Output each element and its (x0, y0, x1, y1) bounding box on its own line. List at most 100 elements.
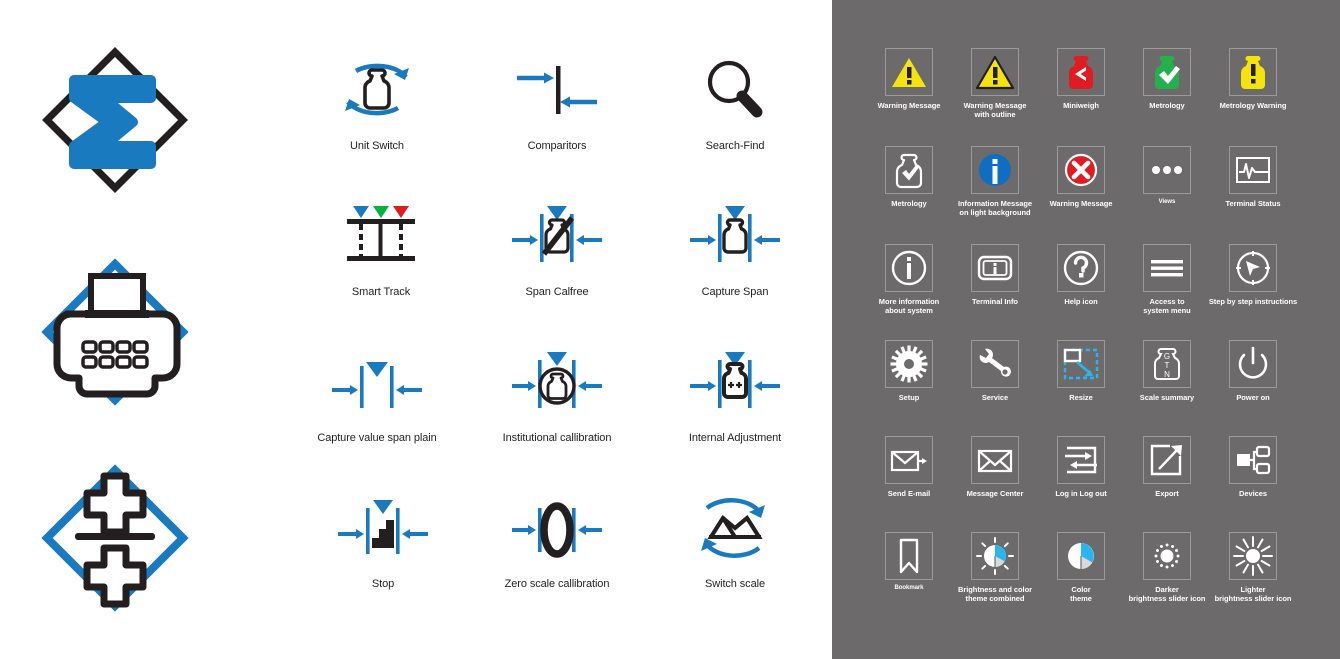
dk-cell-help-icon[interactable]: Help icon (1031, 244, 1131, 306)
icon-cell-smart-track[interactable]: Smart Track (292, 190, 470, 299)
icon-cell-capture-value-span-plain[interactable]: Capture value span plain (288, 336, 466, 445)
icon-label: Information Message on light background (957, 199, 1033, 218)
zero-scale-callibration-icon (468, 482, 646, 574)
scale-letter-g: G (1164, 352, 1170, 361)
icon-cell-switch-scale[interactable]: Switch scale (646, 482, 824, 591)
dk-cell-message-center[interactable]: Message Center (945, 436, 1045, 498)
bookmark-ribbon-icon (885, 532, 933, 580)
power-symbol-icon (1229, 340, 1277, 388)
resize-arrow-icon (1057, 340, 1105, 388)
icon-cell-institutional-callibration[interactable]: Institutional callibration (468, 336, 646, 445)
dk-cell-lighter-brightness-slider-icon[interactable]: Lighter brightness slider icon (1203, 532, 1303, 604)
icon-label: Capture value span plain (317, 432, 437, 444)
switch-scale-icon (646, 482, 824, 574)
hero-sigma-diamond[interactable] (0, 40, 300, 200)
span-calfree-icon (468, 190, 646, 282)
dk-cell-terminal-status[interactable]: Terminal Status (1203, 146, 1303, 208)
export-icon (1143, 436, 1191, 484)
outline-weight-check-icon (885, 146, 933, 194)
icon-cell-search-find[interactable]: Search-Find (646, 44, 824, 153)
two-arrows-into-bar-icon (468, 44, 646, 136)
icon-label: Zero scale callibration (504, 578, 610, 590)
dk-cell-bookmark[interactable]: Bookmark (859, 532, 959, 593)
two-opposite-arrows-in-box-icon (1057, 436, 1105, 484)
dk-cell-information-message-on-light-background[interactable]: Information Message on light background (945, 146, 1045, 218)
icon-label: Export (1155, 489, 1179, 498)
hero-printer-diamond[interactable] (0, 245, 300, 420)
compass-cursor-circle-icon (1229, 244, 1277, 292)
dk-cell-warning-message-with-outline[interactable]: Warning Message with outline (945, 48, 1045, 120)
green-weight-check-icon (1143, 48, 1191, 96)
icon-label: Lighter brightness slider icon (1214, 585, 1292, 604)
icon-cell-zero-scale-callibration[interactable]: Zero scale callibration (468, 482, 646, 591)
light-icon-panel: Unit Switch Comparitors Search-Find Smar… (0, 0, 832, 659)
icon-label: Warning Message with outline (963, 101, 1027, 120)
icon-label: Send E-mail (887, 489, 931, 498)
icon-cell-comparitors[interactable]: Comparitors (468, 44, 646, 153)
dk-cell-service[interactable]: Service (945, 340, 1045, 402)
icon-label: Resize (1069, 393, 1093, 402)
icon-label: Internal Adjustment (688, 432, 782, 444)
icon-label: Metrology (891, 199, 927, 208)
dk-cell-resize[interactable]: Resize (1031, 340, 1131, 402)
icon-label: Warning Message (877, 101, 941, 110)
hero-plus-divided-plus-diamond[interactable] (0, 450, 300, 625)
waveform-in-frame-icon (1229, 146, 1277, 194)
icon-label: Service (981, 393, 1009, 402)
icon-label: Message Center (966, 489, 1024, 498)
icon-label: Stop (371, 578, 395, 590)
dk-cell-send-email[interactable]: Send E-mail (859, 436, 959, 498)
icon-cell-internal-adjustment[interactable]: Internal Adjustment (646, 336, 824, 445)
dark-icon-panel: Warning Message Warning Message with out… (832, 0, 1340, 659)
icon-label: Span Calfree (525, 286, 589, 298)
weight-with-circular-arrows-icon (288, 44, 466, 136)
search-icon (646, 44, 824, 136)
icon-label: Darker brightness slider icon (1128, 585, 1206, 604)
dk-cell-views[interactable]: Views (1117, 146, 1217, 207)
scale-letter-t: T (1165, 361, 1170, 370)
icon-label: Log in Log out (1055, 489, 1107, 498)
pie-circle-icon (1057, 532, 1105, 580)
icon-label: Setup (898, 393, 920, 402)
dk-cell-warning-message[interactable]: Warning Message (859, 48, 959, 110)
dk-cell-terminal-info[interactable]: Terminal Info (945, 244, 1045, 306)
dk-cell-more-information-about-system[interactable]: More information about system (859, 244, 959, 316)
dk-cell-power-on[interactable]: Power on (1203, 340, 1303, 402)
icon-label: Capture Span (701, 286, 769, 298)
dk-cell-access-to-system-menu[interactable]: Access to system menu (1117, 244, 1217, 316)
dk-cell-setup[interactable]: Setup (859, 340, 959, 402)
icon-label: Views (1158, 199, 1176, 205)
icon-label: Warning Message (1049, 199, 1113, 208)
dk-cell-miniweigh[interactable]: Miniweigh (1031, 48, 1131, 110)
icon-cell-stop[interactable]: Stop (294, 482, 472, 591)
dk-cell-warning-message-cross[interactable]: Warning Message (1031, 146, 1131, 208)
dk-cell-darker-brightness-slider-icon[interactable]: Darker brightness slider icon (1117, 532, 1217, 604)
icon-label: Search-Find (705, 140, 765, 152)
wrench-icon (971, 340, 1019, 388)
question-circle-icon (1057, 244, 1105, 292)
icon-cell-span-calfree[interactable]: Span Calfree (468, 190, 646, 299)
info-in-rounded-rect-icon (971, 244, 1019, 292)
icon-label: More information about system (878, 297, 940, 316)
icon-sheet: Unit Switch Comparitors Search-Find Smar… (0, 0, 1340, 659)
dk-cell-scale-summary[interactable]: G T N Scale summary (1117, 340, 1217, 402)
dk-cell-step-by-step-instructions[interactable]: Step by step instructions (1203, 244, 1303, 306)
hamburger-menu-icon (1143, 244, 1191, 292)
dk-cell-brightness-and-color-theme-combined[interactable]: Brightness and color theme combined (945, 532, 1045, 604)
dk-cell-metrology[interactable]: Metrology (1117, 48, 1217, 110)
info-circle-outline-icon (885, 244, 933, 292)
icon-label: Help icon (1064, 297, 1098, 306)
dk-cell-metrology-warning[interactable]: Metrology Warning (1203, 48, 1303, 110)
three-dots-icon (1143, 146, 1191, 194)
dk-cell-metrology-outline[interactable]: Metrology (859, 146, 959, 208)
sun-with-pie-icon (971, 532, 1019, 580)
yellow-warning-triangle-outlined-icon (971, 48, 1019, 96)
blue-icon-grid: Unit Switch Comparitors Search-Find Smar… (300, 0, 832, 659)
icon-cell-capture-span[interactable]: Capture Span (646, 190, 824, 299)
dk-cell-devices[interactable]: Devices (1203, 436, 1303, 498)
icon-cell-unit-switch[interactable]: Unit Switch (288, 44, 466, 153)
dk-cell-log-in-log-out[interactable]: Log in Log out (1031, 436, 1131, 498)
icon-label: Metrology Warning (1219, 101, 1287, 110)
dk-cell-color-theme[interactable]: Color theme (1031, 532, 1131, 604)
dk-cell-export[interactable]: Export (1117, 436, 1217, 498)
